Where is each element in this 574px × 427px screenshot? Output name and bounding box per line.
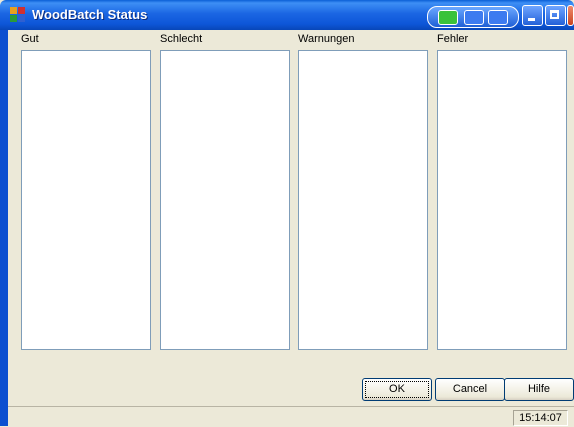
- listbox-gut[interactable]: [21, 50, 151, 350]
- status-bar: 15:14:07: [8, 406, 574, 427]
- rollup-icon[interactable]: [488, 10, 508, 25]
- ok-button[interactable]: OK: [362, 378, 432, 401]
- window-title: WoodBatch Status: [32, 7, 148, 22]
- maximize-button[interactable]: [545, 5, 566, 26]
- listbox-schlecht[interactable]: [160, 50, 290, 350]
- listbox-warnungen[interactable]: [298, 50, 428, 350]
- cancel-button[interactable]: Cancel: [435, 378, 505, 401]
- close-button[interactable]: ✕: [567, 5, 574, 26]
- column-label-warnungen: Warnungen: [298, 33, 355, 45]
- minimize-button[interactable]: [522, 5, 543, 26]
- maximize-icon: [550, 10, 559, 19]
- column-label-schlecht: Schlecht: [160, 33, 203, 45]
- minimize-icon: [528, 18, 535, 21]
- woodbatch-status-window: WoodBatch Status ✕ Gut Schlecht Warnunge…: [0, 0, 574, 427]
- app-grid-icon: [10, 7, 26, 23]
- column-label-gut: Gut: [21, 33, 39, 45]
- listbox-fehler[interactable]: [437, 50, 567, 350]
- help-button[interactable]: Hilfe: [504, 378, 574, 401]
- titlebar-extra-buttons: [427, 6, 519, 28]
- title-bar[interactable]: WoodBatch Status ✕: [0, 0, 574, 30]
- column-label-fehler: Fehler: [437, 33, 469, 45]
- eye-icon[interactable]: [438, 10, 458, 25]
- status-time: 15:14:07: [513, 410, 568, 426]
- window-border: [0, 30, 8, 426]
- pin-icon[interactable]: [464, 10, 484, 25]
